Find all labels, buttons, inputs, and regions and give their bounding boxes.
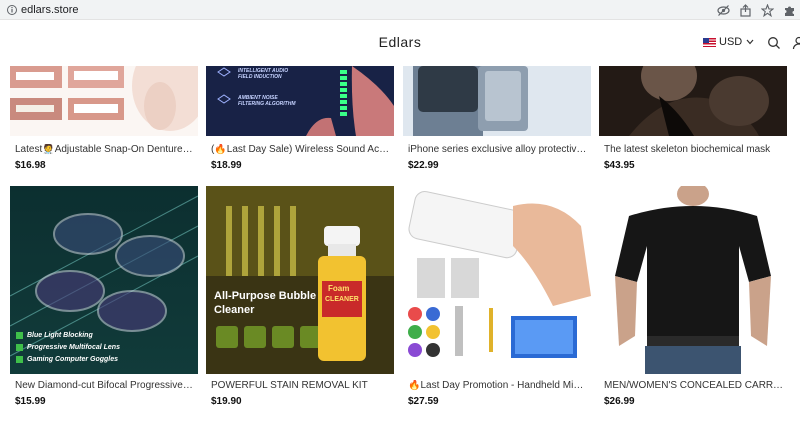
- product-image-bifocal-glasses[interactable]: Blue Light Blocking Progressive Multifoc…: [10, 186, 198, 374]
- product-price: $26.99: [604, 396, 635, 407]
- image-text: INTELLIGENT AUDIO FIELD INDUCTION: [238, 68, 289, 80]
- product-title[interactable]: MEN/WOMEN'S CONCEALED CARRY T-...: [604, 380, 784, 392]
- product-image-sound-lights[interactable]: INTELLIGENT AUDIO FIELD INDUCTION AMBIEN…: [206, 66, 394, 136]
- product-price: $16.98: [15, 160, 46, 171]
- product-title[interactable]: The latest skeleton biochemical mask: [604, 144, 784, 156]
- product-title[interactable]: Latest🧑‍⚕️Adjustable Snap-On Dentures😁: [15, 144, 195, 156]
- account-icon[interactable]: [792, 36, 800, 50]
- product-title[interactable]: iPhone series exclusive alloy protective…: [408, 144, 588, 156]
- product-image-sewing-machine[interactable]: [403, 186, 591, 374]
- site-info-icon[interactable]: [6, 4, 18, 16]
- eye-off-icon[interactable]: [712, 1, 734, 19]
- currency-label: USD: [719, 36, 743, 48]
- product-image-skeleton-mask[interactable]: [599, 66, 787, 136]
- product-title[interactable]: (🔥Last Day Sale) Wireless Sound Activ...: [211, 144, 391, 156]
- product-price: $15.99: [15, 396, 46, 407]
- product-price: $27.59: [408, 396, 439, 407]
- extensions-puzzle-icon[interactable]: [778, 1, 800, 19]
- product-title[interactable]: POWERFUL STAIN REMOVAL KIT: [211, 380, 391, 392]
- product-title[interactable]: 🔥Last Day Promotion - Handheld Mini ...: [408, 380, 588, 392]
- product-price: $43.95: [604, 160, 635, 171]
- image-text: Gaming Computer Goggles: [27, 356, 119, 363]
- share-icon[interactable]: [734, 1, 756, 19]
- currency-selector[interactable]: USD: [703, 36, 754, 48]
- image-text: Cleaner: [214, 304, 255, 316]
- product-image-dentures[interactable]: [10, 66, 198, 136]
- product-price: $22.99: [408, 160, 439, 171]
- product-image-foam-cleaner[interactable]: All-Purpose Bubble Cleaner Foam CLEANER: [206, 186, 394, 374]
- image-text: AMBIENT NOISE FILTERING ALGORITHM: [238, 95, 296, 107]
- image-text: Progressive Multifocal Lens: [27, 344, 120, 351]
- image-text: CLEANER: [325, 296, 359, 303]
- search-icon[interactable]: [767, 36, 781, 50]
- product-image-concealed-carry-tshirt[interactable]: [599, 186, 787, 374]
- store-header: Edlars USD: [0, 20, 800, 66]
- chevron-down-icon: [746, 39, 754, 45]
- brand-logo[interactable]: Edlars: [0, 34, 800, 50]
- image-text: Foam: [328, 284, 350, 293]
- product-title[interactable]: New Diamond-cut Bifocal Progressive A...: [15, 380, 195, 392]
- us-flag-icon: [703, 37, 716, 47]
- product-image-iphone-case[interactable]: [403, 66, 591, 136]
- browser-address-bar[interactable]: edlars.store: [0, 0, 800, 20]
- product-price: $18.99: [211, 160, 242, 171]
- url-text[interactable]: edlars.store: [21, 3, 78, 17]
- bookmark-star-icon[interactable]: [756, 1, 778, 19]
- image-text: Blue Light Blocking: [27, 332, 93, 339]
- image-text: All-Purpose Bubble: [214, 290, 317, 302]
- product-price: $19.90: [211, 396, 242, 407]
